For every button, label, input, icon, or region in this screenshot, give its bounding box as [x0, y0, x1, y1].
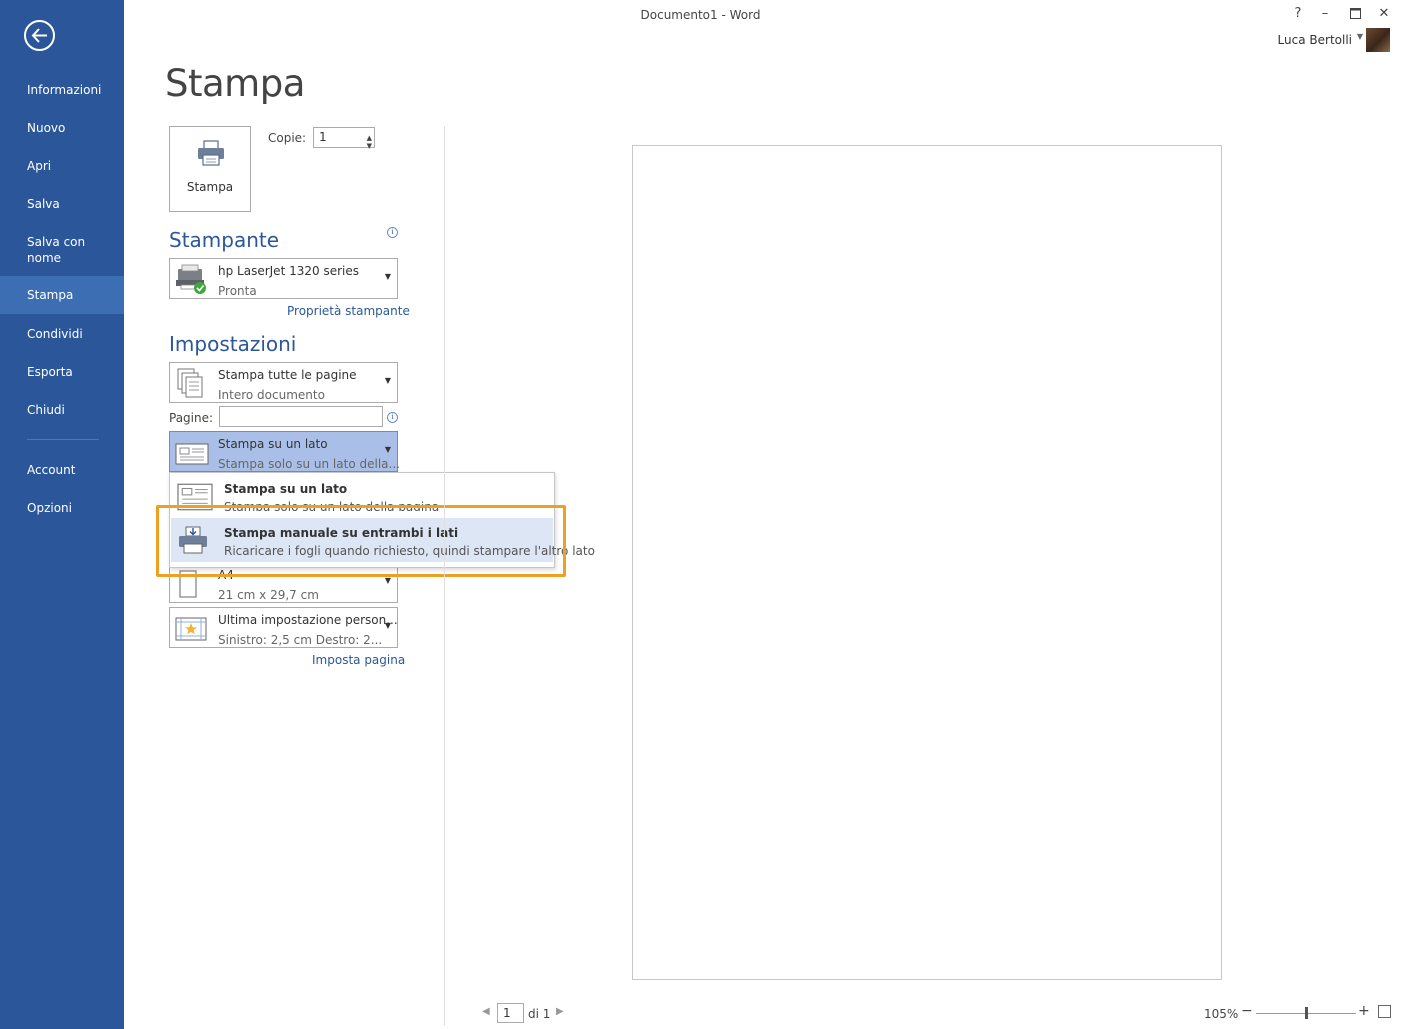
printer-ready-icon — [176, 264, 206, 294]
fit-page-icon[interactable] — [1378, 1005, 1391, 1018]
one-sided-page-icon — [175, 443, 209, 465]
printer-dropdown[interactable]: hp LaserJet 1320 series Pronta ▼ — [169, 258, 398, 299]
chevron-down-icon: ▼ — [384, 576, 391, 585]
print-range-desc: Intero documento — [218, 388, 325, 402]
printer-name: hp LaserJet 1320 series — [218, 264, 359, 278]
zoom-slider-thumb[interactable] — [1305, 1007, 1308, 1019]
next-page-icon[interactable]: ▶ — [556, 1006, 564, 1017]
print-range-title: Stampa tutte le pagine — [218, 368, 357, 382]
printer-heading: Stampante — [169, 228, 280, 252]
panel-divider — [444, 126, 445, 1026]
chevron-down-icon: ▼ — [384, 376, 391, 385]
nav-account[interactable]: Account — [0, 462, 124, 478]
info-icon[interactable]: i — [387, 227, 398, 238]
page-total: di 1 — [528, 1007, 551, 1021]
nav-divider — [27, 439, 99, 440]
print-button[interactable]: Stampa — [169, 126, 251, 212]
nav-info[interactable]: Informazioni — [0, 82, 124, 98]
callout-highlight — [156, 505, 566, 577]
margins-desc: Sinistro: 2,5 cm Destro: 2... — [218, 633, 383, 647]
sides-title: Stampa su un lato — [218, 437, 328, 451]
zoom-in-button[interactable]: + — [1358, 1003, 1370, 1019]
printer-properties-link[interactable]: Proprietà stampante — [287, 304, 410, 318]
copies-stepper[interactable]: 1 ▲ ▼ — [313, 127, 375, 150]
avatar[interactable] — [1366, 28, 1390, 52]
sides-desc: Stampa solo su un lato della... — [218, 457, 400, 471]
previous-page-icon[interactable]: ◀ — [482, 1006, 490, 1017]
user-name[interactable]: Luca Bertolli — [1278, 33, 1352, 47]
close-button[interactable]: ✕ — [1374, 6, 1394, 21]
menu-item-title: Stampa su un lato — [224, 482, 348, 496]
nav-options[interactable]: Opzioni — [0, 500, 124, 516]
user-menu-caret-icon[interactable]: ▼ — [1357, 32, 1363, 41]
window-title: Documento1 - Word — [640, 8, 761, 22]
decrement-icon[interactable]: ▼ — [367, 137, 372, 156]
printer-status: Pronta — [218, 284, 257, 298]
maximize-icon — [1349, 8, 1361, 19]
margins-title: Ultima impostazione person... — [218, 613, 398, 627]
page-title: Stampa — [165, 62, 305, 105]
nav-save[interactable]: Salva — [0, 196, 124, 212]
print-range-dropdown[interactable]: Stampa tutte le pagine Intero documento … — [169, 362, 398, 403]
nav-open[interactable]: Apri — [0, 158, 124, 174]
page-number-input[interactable]: 1 — [497, 1003, 524, 1023]
nav-share[interactable]: Condividi — [0, 326, 124, 342]
chevron-down-icon: ▼ — [384, 272, 391, 281]
print-preview-page — [632, 145, 1222, 980]
chevron-down-icon: ▼ — [384, 445, 391, 454]
page-setup-link[interactable]: Imposta pagina — [312, 653, 405, 667]
sides-dropdown[interactable]: Stampa su un lato Stampa solo su un lato… — [169, 431, 400, 472]
chevron-down-icon: ▼ — [384, 621, 391, 630]
custom-margins-icon — [175, 617, 207, 641]
nav-save-as[interactable]: Salva con nome — [0, 234, 110, 266]
nav-export[interactable]: Esporta — [0, 364, 124, 380]
copies-value: 1 — [319, 130, 327, 144]
paper-size-desc: 21 cm x 29,7 cm — [218, 588, 319, 602]
zoom-out-button[interactable]: − — [1241, 1003, 1253, 1019]
pages-input[interactable] — [219, 406, 383, 427]
nav-print[interactable]: Stampa — [0, 276, 124, 314]
pages-label: Pagine: — [169, 411, 214, 425]
nav-new[interactable]: Nuovo — [0, 120, 124, 136]
margins-dropdown[interactable]: Ultima impostazione person... Sinistro: … — [169, 607, 398, 648]
info-icon[interactable]: i — [387, 412, 398, 423]
copies-label: Copie: — [268, 131, 307, 145]
zoom-level[interactable]: 105% — [1204, 1007, 1238, 1021]
settings-heading: Impostazioni — [169, 332, 297, 356]
nav-close[interactable]: Chiudi — [0, 402, 124, 418]
printer-icon — [198, 140, 224, 166]
backstage-sidebar: Informazioni Nuovo Apri Salva Salva con … — [0, 0, 124, 1029]
back-arrow-icon — [31, 28, 47, 43]
maximize-button[interactable] — [1345, 4, 1365, 23]
back-button[interactable] — [24, 20, 55, 51]
minimize-button[interactable]: – — [1315, 6, 1335, 21]
pages-stack-icon — [177, 368, 203, 398]
help-button[interactable]: ? — [1288, 6, 1308, 21]
print-button-label: Stampa — [186, 180, 234, 194]
